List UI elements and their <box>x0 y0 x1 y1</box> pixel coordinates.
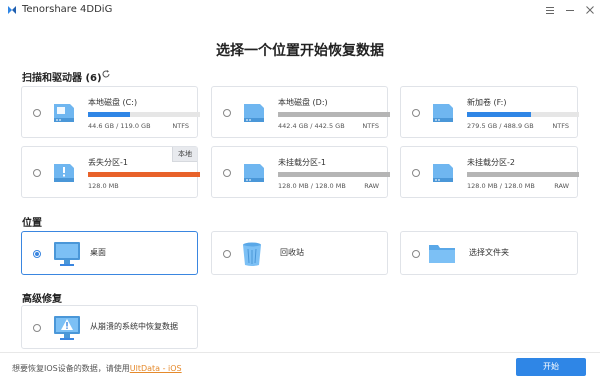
bottom-bar: 想要恢复IOS设备的数据，请使用UltData - iOS 开始 <box>0 352 600 383</box>
drive-card-unmounted-2[interactable]: 未挂载分区-2 128.0 MB / 128.0 MB RAW <box>400 146 579 198</box>
drive-usage-fill <box>278 172 390 177</box>
drive-usage-fill <box>467 172 579 177</box>
hard-drive-icon <box>433 104 453 122</box>
advanced-radio[interactable] <box>33 324 41 332</box>
drive-usage-fill <box>88 112 130 117</box>
start-button[interactable]: 开始 <box>516 358 586 376</box>
drive-card-unmounted-1[interactable]: 未挂载分区-1 128.0 MB / 128.0 MB RAW <box>211 146 390 198</box>
location-radio[interactable] <box>412 250 420 258</box>
hard-drive-icon <box>433 164 453 182</box>
drive-size: 279.5 GB / 488.9 GB <box>467 122 534 130</box>
drives-section-label: 扫描和驱动器 (6) <box>22 73 102 84</box>
advanced-section-label: 高级修复 <box>22 294 62 305</box>
minimize-icon <box>566 10 574 11</box>
drive-name: 本地磁盘 (C:) <box>88 98 138 107</box>
drive-size: 128.0 MB <box>88 182 119 190</box>
crashed-system-warning-icon <box>54 316 80 340</box>
drive-name: 新加卷 (F:) <box>467 98 507 107</box>
recycle-bin-icon <box>243 242 261 266</box>
drive-name: 本地磁盘 (D:) <box>278 98 328 107</box>
drive-radio[interactable] <box>412 109 420 117</box>
window-controls <box>540 0 600 22</box>
location-recycle-bin[interactable]: 回收站 <box>211 231 388 275</box>
ios-hint-text: 想要恢复IOS设备的数据，请使用 <box>12 364 130 373</box>
drive-size: 128.0 MB / 128.0 MB <box>467 182 535 190</box>
hard-drive-icon <box>244 104 264 122</box>
drive-filesystem: RAW <box>554 182 569 190</box>
location-desktop[interactable]: 桌面 <box>21 231 198 275</box>
drive-usage-bar <box>88 172 200 177</box>
drive-size: 442.4 GB / 442.5 GB <box>278 122 345 130</box>
drive-filesystem: NTFS <box>362 122 379 130</box>
hard-drive-icon <box>54 104 74 122</box>
app-window: Tenorshare 4DDiG 选择一个位置开始恢复数据 扫描和驱动器 (6) <box>0 0 600 382</box>
drive-radio[interactable] <box>412 169 420 177</box>
drive-name: 未挂载分区-2 <box>467 158 515 167</box>
lost-partition-icon <box>54 164 74 182</box>
app-logo-icon <box>8 6 16 14</box>
drive-filesystem: RAW <box>364 182 379 190</box>
advanced-crashed-system[interactable]: 从崩溃的系统中恢复数据 <box>21 305 198 349</box>
drive-size: 44.6 GB / 119.0 GB <box>88 122 151 130</box>
drive-radio[interactable] <box>33 109 41 117</box>
drive-card-d[interactable]: 本地磁盘 (D:) 442.4 GB / 442.5 GB NTFS <box>211 86 390 138</box>
location-select-folder[interactable]: 选择文件夹 <box>400 231 578 275</box>
hard-drive-icon <box>244 164 264 182</box>
drive-filesystem: NTFS <box>172 122 189 130</box>
page-title: 选择一个位置开始恢复数据 <box>216 43 384 59</box>
drive-usage-fill <box>88 172 200 177</box>
drive-card-c[interactable]: 本地磁盘 (C:) 44.6 GB / 119.0 GB NTFS <box>21 86 200 138</box>
drive-name: 丢失分区-1 <box>88 158 128 167</box>
drive-card-f[interactable]: 新加卷 (F:) 279.5 GB / 488.9 GB NTFS <box>400 86 579 138</box>
location-label: 选择文件夹 <box>469 248 509 257</box>
drive-usage-bar <box>467 112 579 117</box>
drive-usage-bar <box>467 172 579 177</box>
locations-section-label: 位置 <box>22 218 42 229</box>
location-label: 桌面 <box>90 248 106 257</box>
drive-radio[interactable] <box>223 169 231 177</box>
drive-filesystem: NTFS <box>552 122 569 130</box>
location-label: 回收站 <box>280 248 304 257</box>
drive-radio[interactable] <box>223 109 231 117</box>
drive-name: 未挂载分区-1 <box>278 158 326 167</box>
drive-usage-fill <box>278 112 390 117</box>
menu-icon <box>546 7 554 14</box>
location-radio[interactable] <box>223 250 231 258</box>
location-radio[interactable] <box>33 250 41 258</box>
folder-icon <box>429 245 455 263</box>
drive-usage-bar <box>88 112 200 117</box>
app-title: Tenorshare 4DDiG <box>22 4 113 15</box>
drive-radio[interactable] <box>33 169 41 177</box>
title-bar: Tenorshare 4DDiG <box>0 0 600 22</box>
drive-usage-fill <box>467 112 532 117</box>
minimize-button[interactable] <box>560 0 580 20</box>
refresh-icon[interactable] <box>101 69 111 79</box>
advanced-label: 从崩溃的系统中恢复数据 <box>90 322 178 331</box>
drive-usage-bar <box>278 172 390 177</box>
close-icon <box>586 6 594 14</box>
ultdata-link[interactable]: UltData - iOS <box>130 364 182 373</box>
ios-hint: 想要恢复IOS设备的数据，请使用UltData - iOS <box>12 363 182 374</box>
menu-button[interactable] <box>540 0 560 20</box>
drive-card-lost-partition-1[interactable]: 本地 丢失分区-1 128.0 MB <box>21 146 200 198</box>
desktop-monitor-icon <box>54 242 80 266</box>
drive-usage-bar <box>278 112 390 117</box>
local-tag: 本地 <box>172 147 197 162</box>
close-button[interactable] <box>580 0 600 20</box>
drive-size: 128.0 MB / 128.0 MB <box>278 182 346 190</box>
